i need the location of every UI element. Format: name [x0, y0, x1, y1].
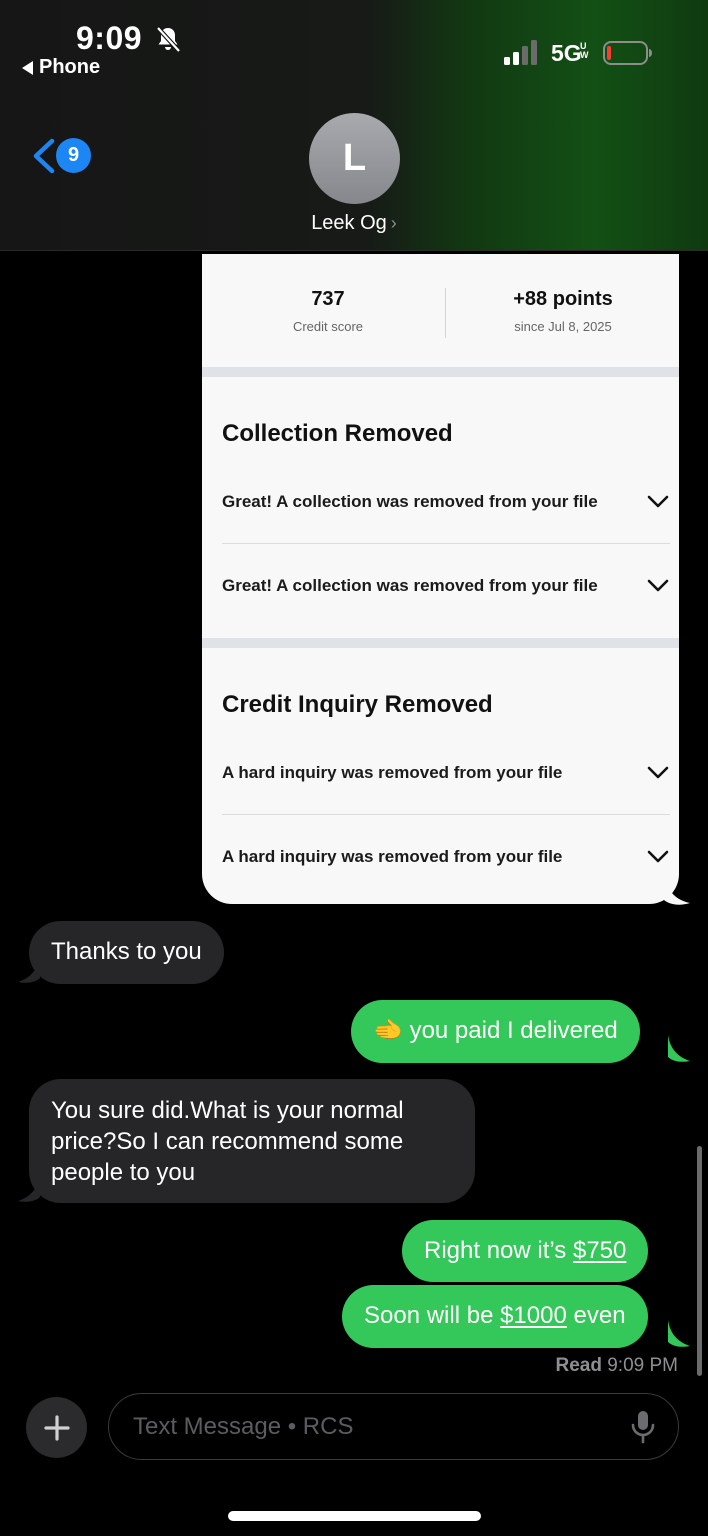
section-title: Credit Inquiry Removed [222, 691, 493, 718]
list-item-label: Great! A collection was removed from you… [222, 576, 598, 595]
message-text: you paid I delivered [409, 1017, 618, 1044]
credit-score-stat: 737 Credit score [252, 288, 404, 334]
outgoing-message[interactable]: Right now it’s $750 [402, 1220, 649, 1282]
back-to-app-link[interactable]: Phone [22, 56, 100, 79]
read-label: Read [555, 1355, 602, 1376]
chevron-down-icon [647, 850, 669, 863]
outgoing-message[interactable]: Soon will be $1000 even [342, 1285, 648, 1348]
bell-slash-icon [156, 26, 181, 53]
list-item: Great! A collection was removed from you… [222, 566, 670, 606]
chevron-right-icon: › [390, 213, 397, 233]
bubble-tail [18, 1175, 40, 1202]
incoming-message[interactable]: Thanks to you [29, 921, 224, 984]
bubble-tail [668, 1320, 690, 1347]
pointing-hand-emoji: 🫲 [373, 1017, 403, 1044]
contact-avatar[interactable]: L [309, 113, 400, 204]
points-change-label: since Jul 8, 2025 [514, 319, 612, 334]
signal-icon [504, 40, 537, 65]
credit-score-value: 737 [311, 288, 345, 310]
price-link[interactable]: $750 [573, 1237, 626, 1264]
chevron-down-icon [647, 495, 669, 508]
outgoing-message[interactable]: 🫲 you paid I delivered [351, 1000, 640, 1063]
network-type: 5G [551, 40, 582, 66]
shared-credit-report-image[interactable]: 737 Credit score +88 points since Jul 8,… [202, 254, 679, 904]
bubble-tail [668, 1035, 690, 1062]
contact-name[interactable]: Leek Og › [0, 212, 708, 235]
message-line: You sure did.What is your normal [51, 1097, 404, 1124]
credit-score-label: Credit score [292, 319, 364, 334]
chevron-down-icon [647, 766, 669, 779]
cut-off-text [328, 254, 668, 258]
section-divider [202, 638, 679, 648]
message-text: Soon will be [364, 1302, 501, 1329]
list-item-label: A hard inquiry was removed from your fil… [222, 763, 563, 782]
add-attachment-button[interactable] [26, 1397, 87, 1458]
microphone-icon[interactable] [630, 1410, 656, 1444]
back-button[interactable]: 9 [30, 134, 94, 178]
chevron-down-icon [647, 579, 669, 592]
list-item: A hard inquiry was removed from your fil… [222, 753, 670, 793]
incoming-message[interactable]: You sure did.What is your normal price?S… [29, 1079, 475, 1203]
price-link[interactable]: $1000 [500, 1302, 567, 1329]
bubble-tail [18, 956, 40, 983]
list-item-label: A hard inquiry was removed from your fil… [222, 847, 563, 866]
home-indicator[interactable] [228, 1511, 481, 1521]
message-text: Thanks to you [51, 938, 202, 965]
section-title: Collection Removed [222, 420, 453, 447]
back-triangle-icon [22, 60, 33, 75]
network-suffix: UW [580, 41, 589, 60]
section-divider [202, 367, 679, 377]
message-input-placeholder: Text Message • RCS [133, 1413, 354, 1440]
list-item: A hard inquiry was removed from your fil… [222, 837, 670, 877]
plus-icon [43, 1414, 70, 1441]
conversation-header: 9:09 Phone 5G UW 9 L Leek Og › [0, 0, 708, 251]
battery-icon [603, 41, 652, 65]
message-line: people to you [51, 1159, 196, 1186]
status-time: 9:09 [76, 20, 143, 56]
stat-divider [445, 288, 446, 338]
message-text: even [566, 1302, 626, 1329]
points-change-value: +88 points [513, 288, 613, 310]
back-app-label: Phone [39, 56, 101, 78]
message-line: price?So I can recommend some [51, 1128, 404, 1155]
message-input[interactable]: Text Message • RCS [108, 1393, 679, 1460]
contact-name-label: Leek Og [311, 212, 387, 234]
list-item: Great! A collection was removed from you… [222, 482, 670, 522]
back-chevron-icon [33, 138, 55, 174]
scrollbar[interactable] [697, 1146, 702, 1376]
row-divider [222, 543, 670, 544]
unread-badge: 9 [56, 138, 91, 173]
credit-stats: 737 Credit score +88 points since Jul 8,… [202, 272, 679, 372]
bubble-tail [664, 870, 690, 905]
read-receipt: Read 9:09 PM [555, 1355, 678, 1377]
message-text: Right now it’s [424, 1237, 573, 1264]
read-time: 9:09 PM [607, 1355, 678, 1376]
list-item-label: Great! A collection was removed from you… [222, 492, 598, 511]
row-divider [222, 814, 670, 815]
points-change-stat: +88 points since Jul 8, 2025 [472, 288, 654, 334]
